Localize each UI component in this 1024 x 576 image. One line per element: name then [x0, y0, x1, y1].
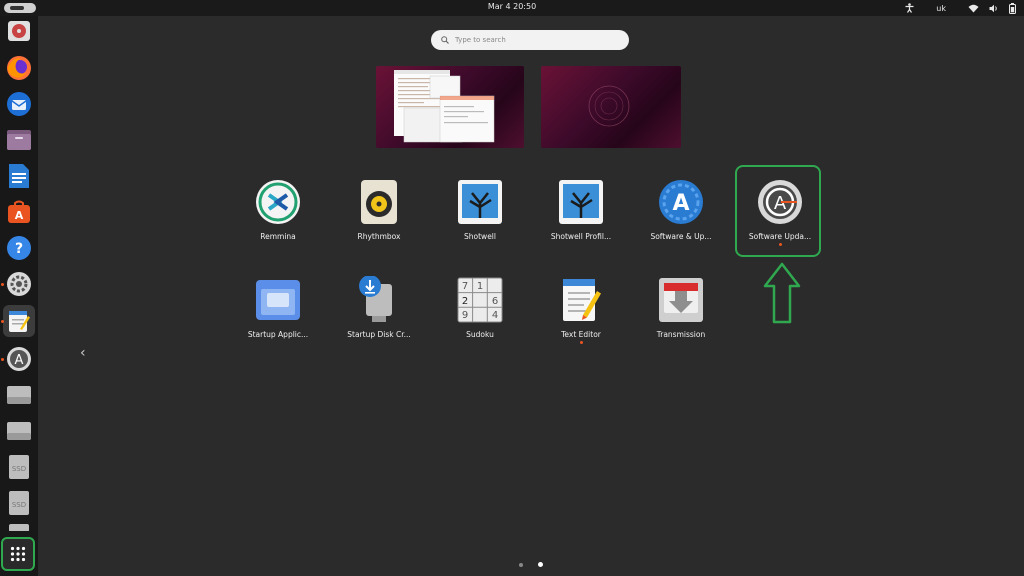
search-input[interactable] — [453, 35, 617, 45]
app-label: Shotwell — [464, 232, 496, 241]
app-label: Software & Up... — [650, 232, 712, 241]
dock: A ? A SSD SSD — [0, 16, 38, 576]
app-shotwell-profiles[interactable]: Shotwell Profil... — [536, 178, 626, 241]
show-apps-button[interactable] — [1, 537, 35, 571]
app-sudoku[interactable]: 7 1 2 6 9 4 Sudoku — [435, 276, 525, 339]
running-indicator — [579, 341, 583, 344]
rhythmbox-icon — [355, 178, 403, 226]
battery-icon[interactable] — [1009, 2, 1016, 14]
app-label: Startup Applic... — [247, 330, 309, 339]
app-startup-disk-creator[interactable]: Startup Disk Cr... — [334, 276, 424, 339]
clock[interactable]: Mar 4 20:50 — [0, 2, 1024, 11]
ssd-icon[interactable]: SSD — [3, 487, 35, 519]
svg-text:A: A — [15, 353, 24, 368]
svg-text:?: ? — [15, 241, 23, 257]
app-text-editor[interactable]: Text Editor — [536, 276, 626, 344]
disk-utility-icon[interactable] — [3, 16, 35, 48]
text-editor-icon[interactable] — [3, 305, 35, 337]
drive-icon[interactable] — [3, 523, 35, 531]
software-properties-icon: A — [657, 178, 705, 226]
libreoffice-writer-icon[interactable] — [3, 160, 35, 192]
startup-apps-icon — [254, 276, 302, 324]
search-icon — [441, 36, 449, 44]
app-label: Remmina — [260, 232, 296, 241]
transmission-icon — [657, 276, 705, 324]
usb-creator-icon — [355, 276, 403, 324]
workspace-thumbnail-1[interactable] — [376, 66, 524, 148]
wifi-icon[interactable] — [968, 4, 979, 13]
svg-text:A: A — [15, 209, 24, 222]
ssd-icon[interactable]: SSD — [3, 451, 35, 483]
svg-text:A: A — [672, 191, 689, 216]
system-tray[interactable]: uk — [905, 2, 1016, 14]
search-box[interactable] — [431, 30, 629, 50]
sudoku-digit: 4 — [492, 310, 498, 321]
window-thumbnail[interactable] — [376, 66, 524, 148]
app-label: Sudoku — [466, 330, 494, 339]
app-label: Rhythmbox — [357, 232, 401, 241]
app-startup-applications[interactable]: Startup Applic... — [233, 276, 323, 339]
sudoku-digit: 6 — [492, 296, 498, 307]
software-updater-icon[interactable]: A — [3, 343, 35, 375]
sudoku-digit: 7 — [462, 281, 468, 292]
help-icon[interactable]: ? — [3, 232, 35, 264]
app-center-icon[interactable]: A — [3, 196, 35, 228]
grid-icon — [10, 546, 26, 562]
up-arrow-icon — [763, 262, 801, 324]
sudoku-digit: 9 — [462, 310, 468, 321]
running-indicator — [1, 320, 4, 323]
app-rhythmbox[interactable]: Rhythmbox — [334, 178, 424, 241]
app-label: Text Editor — [561, 330, 601, 339]
app-remmina[interactable]: Remmina — [233, 178, 323, 241]
workspace-thumbnail-2[interactable] — [541, 66, 681, 148]
shotwell-icon — [557, 178, 605, 226]
ssd-label: SSD — [12, 501, 26, 509]
ubuntu-logo-watermark — [588, 85, 630, 127]
running-indicator — [1, 283, 4, 286]
sudoku-digit: 2 — [462, 296, 468, 307]
sudoku-digit: 1 — [477, 281, 483, 292]
drive-icon[interactable] — [3, 415, 35, 447]
sudoku-icon: 7 1 2 6 9 4 — [456, 276, 504, 324]
chevron-left-icon[interactable]: ‹ — [80, 345, 86, 361]
top-bar: Mar 4 20:50 uk — [0, 0, 1024, 16]
files-icon[interactable] — [3, 124, 35, 156]
firefox-icon[interactable] — [3, 52, 35, 84]
page-indicator-1[interactable] — [519, 563, 523, 567]
running-indicator — [1, 358, 4, 361]
remmina-icon — [254, 178, 302, 226]
app-software-and-updates[interactable]: A Software & Up... — [636, 178, 726, 241]
accessibility-icon[interactable] — [905, 3, 914, 13]
app-label: Shotwell Profil... — [550, 232, 612, 241]
settings-icon[interactable] — [3, 268, 35, 300]
text-editor-icon — [557, 276, 605, 324]
highlight-box — [735, 165, 821, 257]
shotwell-icon — [456, 178, 504, 226]
app-label: Startup Disk Cr... — [347, 330, 411, 339]
app-transmission[interactable]: Transmission — [636, 276, 726, 339]
drive-icon[interactable] — [3, 379, 35, 411]
app-label: Transmission — [656, 330, 706, 339]
volume-icon[interactable] — [989, 4, 999, 13]
app-shotwell[interactable]: Shotwell — [435, 178, 525, 241]
ssd-label: SSD — [12, 465, 26, 473]
thunderbird-icon[interactable] — [3, 88, 35, 120]
page-indicator-2[interactable] — [538, 562, 543, 567]
keyboard-layout-indicator[interactable]: uk — [936, 4, 946, 13]
